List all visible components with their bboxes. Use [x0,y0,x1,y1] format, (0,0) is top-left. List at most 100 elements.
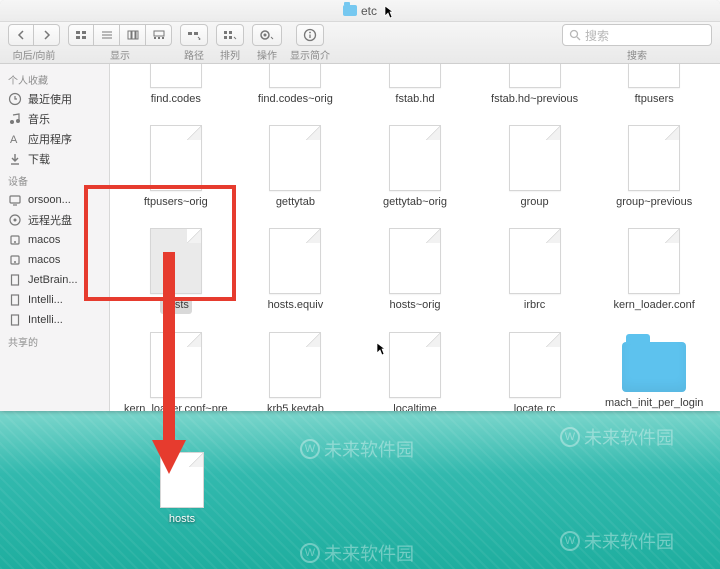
doc-icon [8,313,22,327]
search-label: 搜索 [627,47,647,62]
sidebar-item-macos[interactable]: macos [0,230,109,250]
file-label: gettytab [273,195,318,210]
sidebar-item-应用程序[interactable]: A应用程序 [0,129,109,149]
search-icon [569,29,581,41]
view-columns-button[interactable] [120,24,146,46]
file-item[interactable]: group~previous [594,125,714,210]
file-icon [269,125,321,191]
file-item[interactable]: locate.rc [475,332,595,411]
view-list-button[interactable] [94,24,120,46]
file-item[interactable]: ftpusers~orig [116,125,236,210]
sidebar-item-Intelli...[interactable]: Intelli... [0,310,109,330]
file-label: fstab.hd [392,92,437,107]
file-item[interactable]: fstab.hd [355,64,475,107]
sidebar-item-JetBrain...[interactable]: JetBrain... [0,270,109,290]
file-label: group~previous [613,195,695,210]
watermark: W未来软件园 [300,436,414,462]
sidebar-item-Intelli...[interactable]: Intelli... [0,290,109,310]
file-label: irbrc [521,298,548,313]
info-button[interactable] [296,24,324,46]
sidebar-devices-header: 设备 [0,169,109,190]
file-icon [269,64,321,88]
file-label: localtime [390,402,439,411]
path-button[interactable] [180,24,208,46]
view-label: 显示 [110,47,130,62]
cursor-icon [376,342,386,356]
sidebar-shared-header: 共享的 [0,330,109,351]
arrange-button[interactable] [216,24,244,46]
file-label: fstab.hd~previous [488,92,581,107]
file-item[interactable]: group [475,125,595,210]
file-label: locate.rc [511,402,559,411]
file-icon [628,125,680,191]
sidebar-item-label: macos [28,234,60,246]
sidebar-item-远程光盘[interactable]: 远程光盘 [0,210,109,230]
sidebar-item-label: orsoon... [28,194,71,206]
sidebar: 个人收藏 最近使用音乐 A应用程序下载 设备 orsoon... 远程光盘 macos… [0,64,110,411]
sidebar-item-macos[interactable]: macos [0,250,109,270]
sidebar-item-label: 音乐 [28,111,50,127]
action-label: 操作 [257,47,277,62]
nav-back-button[interactable] [8,24,34,46]
view-gallery-button[interactable] [146,24,172,46]
sidebar-item-音乐[interactable]: 音乐 [0,109,109,129]
sidebar-item-label: 远程光盘 [28,212,72,228]
desktop-file-hosts[interactable]: hosts [142,452,222,527]
doc-icon [8,293,22,307]
path-label: 路径 [184,47,204,62]
sidebar-favorites-header: 个人收藏 [0,68,109,89]
search-input[interactable]: 搜索 [562,24,712,46]
watermark: W未来软件园 [560,424,674,450]
file-item[interactable]: find.codes [116,64,236,107]
file-label: ftpusers~orig [141,195,211,210]
nav-forward-button[interactable] [34,24,60,46]
file-item[interactable]: mach_init_per_login_session.d [594,332,714,411]
file-item[interactable]: ftpusers [594,64,714,107]
monitor-icon [8,193,22,207]
nav-label: 向后/向前 [13,47,56,62]
titlebar[interactable]: etc [0,0,720,22]
file-label: mach_init_per_login_session.d [599,396,709,411]
search-placeholder: 搜索 [585,27,609,44]
watermark: W未来软件园 [300,540,414,566]
download-icon [8,152,22,166]
view-icons-button[interactable] [68,24,94,46]
file-content-area[interactable]: find.codesfind.codes~orig fstab.hd fstab.h… [110,64,720,411]
file-icon [389,332,441,398]
file-item[interactable]: krb5.keytab [236,332,356,411]
music-icon [8,112,22,126]
sidebar-item-label: 最近使用 [28,91,72,107]
file-icon [509,64,561,88]
file-item[interactable]: kern_loader.conf~previous [116,332,236,411]
sidebar-item-orsoon...[interactable]: orsoon... [0,190,109,210]
file-icon [269,332,321,398]
window-title: etc [361,4,377,18]
sidebar-item-最近使用[interactable]: 最近使用 [0,89,109,109]
file-item[interactable]: hosts [116,228,236,313]
file-icon [389,228,441,294]
file-item[interactable]: gettytab [236,125,356,210]
sidebar-item-下载[interactable]: 下载 [0,149,109,169]
file-item[interactable]: fstab.hd~previous [475,64,595,107]
file-item[interactable]: localtime [355,332,475,411]
file-item[interactable]: kern_loader.conf [594,228,714,313]
file-item[interactable]: hosts~orig [355,228,475,313]
file-icon [150,64,202,88]
file-item[interactable]: irbrc [475,228,595,313]
file-item[interactable]: hosts.equiv [236,228,356,313]
toolbar: 向后/向前 显示 路径 排列 操作 显示简介 [0,22,720,64]
action-button[interactable] [252,24,282,46]
sidebar-item-label: macos [28,254,60,266]
folder-icon [622,342,686,392]
sidebar-item-label: 下载 [28,151,50,167]
file-item[interactable]: gettytab~orig [355,125,475,210]
file-icon [160,452,204,508]
file-label: hosts.equiv [265,298,327,313]
svg-text:A: A [10,134,18,146]
cursor-icon [384,5,394,19]
file-icon [509,125,561,191]
file-label: ftpusers [632,92,677,107]
file-item[interactable]: find.codes~orig [236,64,356,107]
disk-icon [8,233,22,247]
folder-icon [343,5,357,16]
